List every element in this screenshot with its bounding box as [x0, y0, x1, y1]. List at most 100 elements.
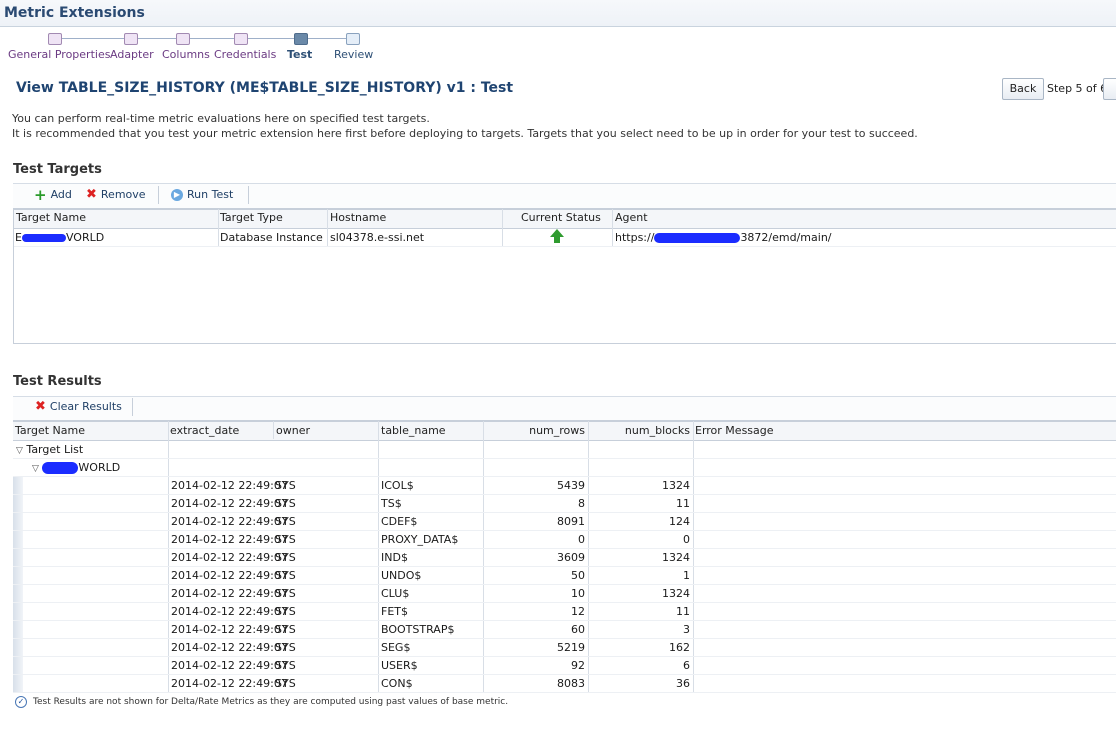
extract-date-cell: 2014-02-12 22:49:07: [171, 533, 288, 546]
next-button[interactable]: [1103, 78, 1116, 100]
train-label-review[interactable]: Review: [334, 48, 373, 61]
app-title: Metric Extensions: [4, 5, 145, 21]
col-error-message[interactable]: Error Message: [695, 424, 774, 437]
table-name-cell: BOOTSTRAP$: [381, 623, 455, 636]
table-name-cell: UNDO$: [381, 569, 422, 582]
train-label-credentials[interactable]: Credentials: [214, 48, 276, 61]
col-target-type[interactable]: Target Type: [220, 211, 283, 224]
col-owner[interactable]: owner: [276, 424, 310, 437]
target-row[interactable]: [14, 228, 1116, 247]
toolbar-separator: [132, 398, 133, 416]
num-rows-cell: 92: [571, 659, 585, 672]
check-info-icon: ✓: [15, 696, 27, 708]
hostname-cell: sl04378.e-ssi.net: [330, 231, 425, 244]
test-targets-heading: Test Targets: [13, 162, 102, 177]
num-blocks-cell: 162: [669, 641, 690, 654]
owner-cell: SYS: [275, 623, 296, 636]
extract-date-cell: 2014-02-12 22:49:07: [171, 623, 288, 636]
agent-prefix: https://: [615, 231, 655, 244]
tree-root-row[interactable]: [13, 440, 1116, 459]
extract-date-cell: 2014-02-12 22:49:07: [171, 479, 288, 492]
target-type-cell: Database Instance: [220, 231, 323, 244]
table-name-cell: CON$: [381, 677, 413, 690]
col-num-blocks[interactable]: num_blocks: [591, 424, 690, 437]
tree-root[interactable]: ▽ Target List: [16, 443, 83, 456]
extract-date-cell: 2014-02-12 22:49:07: [171, 515, 288, 528]
owner-cell: SYS: [275, 497, 296, 510]
clear-results-button[interactable]: ✖ Clear Results: [35, 400, 122, 414]
target-name-cell: E VORLD: [15, 231, 104, 244]
remove-label: Remove: [100, 188, 146, 201]
owner-cell: SYS: [275, 569, 296, 582]
extract-date-cell: 2014-02-12 22:49:07: [171, 605, 288, 618]
num-rows-cell: 0: [578, 533, 585, 546]
col-hostname[interactable]: Hostname: [330, 211, 386, 224]
tree-child-row[interactable]: [13, 458, 1116, 477]
add-button[interactable]: + Add: [34, 185, 72, 204]
tree-child[interactable]: ▽ WORLD: [32, 461, 120, 474]
expand-triangle-icon[interactable]: ▽: [16, 446, 23, 456]
num-rows-cell: 8083: [557, 677, 585, 690]
num-blocks-cell: 1324: [662, 479, 690, 492]
back-button[interactable]: Back: [1002, 78, 1044, 100]
col-target-name[interactable]: Target Name: [15, 424, 85, 437]
table-name-cell: TS$: [381, 497, 402, 510]
redaction-mark: [21, 234, 66, 242]
num-rows-cell: 3609: [557, 551, 585, 564]
train-label-test[interactable]: Test: [287, 48, 312, 61]
table-name-cell: IND$: [381, 551, 408, 564]
num-rows-cell: 12: [571, 605, 585, 618]
num-rows-cell: 50: [571, 569, 585, 582]
table-name-cell: CDEF$: [381, 515, 418, 528]
col-target-name[interactable]: Target Name: [16, 211, 86, 224]
owner-cell: SYS: [275, 515, 296, 528]
num-blocks-cell: 1324: [662, 551, 690, 564]
col-agent[interactable]: Agent: [615, 211, 648, 224]
col-current-status[interactable]: Current Status: [521, 211, 601, 224]
description-line-1: You can perform real-time metric evaluat…: [12, 112, 430, 125]
expand-triangle-icon[interactable]: ▽: [32, 464, 39, 474]
add-label: Add: [50, 188, 72, 201]
owner-cell: SYS: [275, 605, 296, 618]
train-node-general-properties[interactable]: [48, 33, 62, 45]
redaction-mark: [654, 233, 741, 243]
num-rows-cell: 8091: [557, 515, 585, 528]
status-up-icon: [550, 229, 564, 243]
num-blocks-cell: 36: [676, 677, 690, 690]
toolbar-separator: [158, 186, 159, 204]
num-blocks-cell: 11: [676, 605, 690, 618]
toolbar-separator: [248, 186, 249, 204]
remove-button[interactable]: ✖ Remove: [86, 188, 146, 202]
train-label-adapter[interactable]: Adapter: [110, 48, 154, 61]
num-blocks-cell: 1: [683, 569, 690, 582]
train-node-columns[interactable]: [176, 33, 190, 45]
add-icon: +: [34, 185, 47, 204]
num-rows-cell: 10: [571, 587, 585, 600]
train-label-columns[interactable]: Columns: [162, 48, 210, 61]
col-extract-date[interactable]: extract_date: [170, 424, 239, 437]
up-arrow-stem: [554, 237, 560, 243]
results-note-text: Test Results are not shown for Delta/Rat…: [33, 697, 509, 707]
num-blocks-cell: 124: [669, 515, 690, 528]
num-blocks-cell: 1324: [662, 587, 690, 600]
tree-root-label: Target List: [26, 443, 84, 456]
num-rows-cell: 60: [571, 623, 585, 636]
extract-date-cell: 2014-02-12 22:49:07: [171, 497, 288, 510]
target-name-prefix: E: [15, 231, 22, 244]
train-node-review[interactable]: [346, 33, 360, 45]
extract-date-cell: 2014-02-12 22:49:07: [171, 569, 288, 582]
owner-cell: SYS: [275, 587, 296, 600]
col-table-name[interactable]: table_name: [381, 424, 446, 437]
train-node-test[interactable]: [294, 33, 308, 45]
run-icon: ▶: [171, 188, 183, 201]
col-num-rows[interactable]: num_rows: [486, 424, 585, 437]
run-test-button[interactable]: ▶ Run Test: [171, 188, 233, 201]
train-node-credentials[interactable]: [234, 33, 248, 45]
num-rows-cell: 5439: [557, 479, 585, 492]
tree-child-label: WORLD: [78, 461, 121, 474]
owner-cell: SYS: [275, 677, 296, 690]
table-name-cell: CLU$: [381, 587, 410, 600]
table-name-cell: SEG$: [381, 641, 411, 654]
train-node-adapter[interactable]: [124, 33, 138, 45]
train-label-general-properties[interactable]: General Properties: [8, 48, 110, 61]
